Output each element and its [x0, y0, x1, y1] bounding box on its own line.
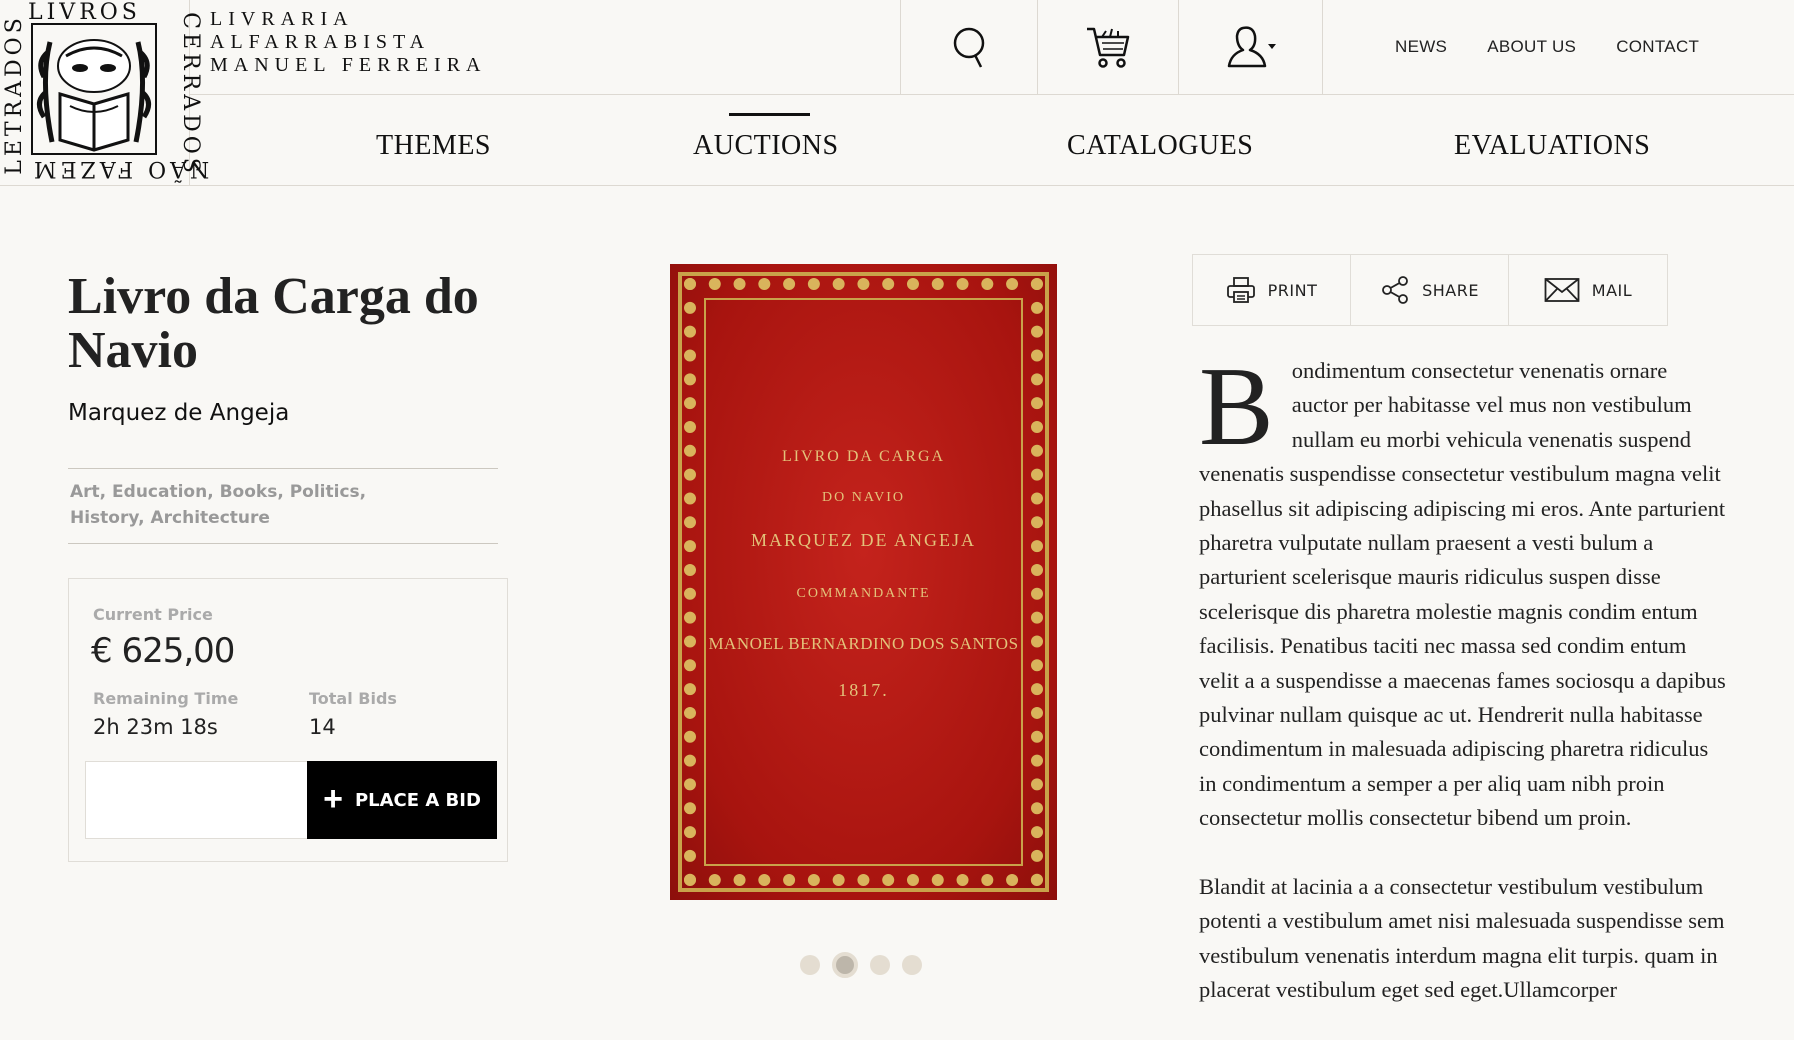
total-bids-label: Total Bids [309, 689, 397, 708]
share-actions: PRINT SHARE MAIL [1192, 254, 1668, 326]
nav-tab-catalogues[interactable]: CATALOGUES [1067, 130, 1253, 162]
tags-list[interactable]: Art, Education, Books, Politics, History… [70, 479, 370, 531]
carousel-dot[interactable] [902, 955, 922, 975]
nav-tab-auctions[interactable]: AUCTIONS [693, 130, 839, 162]
carousel-dot[interactable] [800, 955, 820, 975]
site-header: LIVROS CERRADOS NÃO FAZEM LETRADOS LIVRA… [0, 0, 1794, 186]
search-button[interactable] [900, 0, 1037, 94]
nav-active-indicator [729, 113, 810, 116]
cover-line-1: LIVRO DA CARGA [781, 448, 946, 465]
user-icon [1227, 26, 1276, 68]
current-price-label: Current Price [93, 605, 213, 624]
carousel-dot-active[interactable] [832, 952, 858, 978]
nav-tab-themes[interactable]: THEMES [376, 130, 491, 162]
cover-line-2: DO NAVIO [821, 490, 906, 505]
bid-amount-input[interactable] [85, 761, 307, 839]
print-button[interactable]: PRINT [1193, 255, 1351, 325]
current-price-value: € 625,00 [91, 631, 235, 671]
logo-word-bottom: NÃO FAZEM [30, 156, 210, 181]
cover-line-6: 1817. [838, 680, 889, 700]
brand-line-2: ALFARRABISTA [210, 31, 431, 53]
auction-panel: Current Price € 625,00 Remaining Time 2h… [68, 578, 508, 862]
share-icon [1382, 276, 1408, 304]
logo-word-left: LETRADOS [1, 14, 27, 175]
product-author[interactable]: Marquez de Angeja [68, 400, 289, 426]
cover-line-3: MARQUEZ DE ANGEJA [751, 530, 976, 550]
cart-button[interactable] [1037, 0, 1178, 94]
drop-cap: B [1199, 345, 1274, 469]
logo-face-icon [31, 23, 157, 155]
printer-icon [1226, 277, 1255, 303]
cover-line-5: MANOEL BERNARDINO DOS SANTOS [708, 634, 1019, 653]
remaining-time-label: Remaining Time [93, 689, 239, 708]
nav-link-about[interactable]: ABOUT US [1487, 37, 1576, 57]
chevron-down-icon [1267, 44, 1276, 49]
share-button[interactable]: SHARE [1351, 255, 1509, 325]
cart-icon [1087, 27, 1130, 68]
logo[interactable]: LIVROS CERRADOS NÃO FAZEM LETRADOS [0, 0, 209, 186]
cover-line-4: COMMANDANTE [796, 586, 931, 601]
product-title: Livro da Carga do Navio [68, 268, 479, 379]
mail-icon [1544, 278, 1580, 302]
nav-link-contact[interactable]: CONTACT [1616, 37, 1699, 57]
brand-name[interactable]: LIVRARIA ALFARRABISTA MANUEL FERREIRA [210, 8, 486, 77]
nav-tab-evaluations[interactable]: EVALUATIONS [1454, 130, 1650, 162]
place-bid-label: PLACE A BID [354, 789, 481, 811]
product-description: B ondimentum consectetur venenatis ornar… [1199, 345, 1727, 1007]
brand-line-3: MANUEL FERREIRA [210, 54, 487, 76]
product-tags: Art, Education, Books, Politics, History… [68, 468, 498, 544]
search-icon [953, 27, 985, 68]
description-paragraph-1: ondimentum consectetur venenatis ornare … [1199, 358, 1726, 831]
place-bid-button[interactable]: + PLACE A BID [307, 761, 497, 839]
nav-link-news[interactable]: NEWS [1395, 37, 1447, 57]
mail-button[interactable]: MAIL [1509, 255, 1667, 325]
cover-inner-border [704, 298, 1023, 866]
print-label: PRINT [1267, 280, 1318, 300]
mail-label: MAIL [1591, 280, 1633, 300]
product-image[interactable]: LIVRO DA CARGA DO NAVIO MARQUEZ DE ANGEJ… [670, 264, 1057, 900]
plus-icon: + [323, 779, 343, 818]
carousel-dot[interactable] [870, 955, 890, 975]
top-nav: NEWS ABOUT US CONTACT [1395, 0, 1739, 94]
brand-line-1: LIVRARIA [210, 8, 354, 30]
share-label: SHARE [1422, 280, 1479, 300]
total-bids-value: 14 [309, 715, 336, 739]
description-paragraph-2: Blandit at lacinia a a consectetur vesti… [1199, 873, 1725, 1002]
header-divider [190, 94, 1794, 95]
carousel-dots [800, 952, 922, 978]
remaining-time-value: 2h 23m 18s [93, 715, 218, 739]
account-button[interactable] [1178, 0, 1323, 94]
